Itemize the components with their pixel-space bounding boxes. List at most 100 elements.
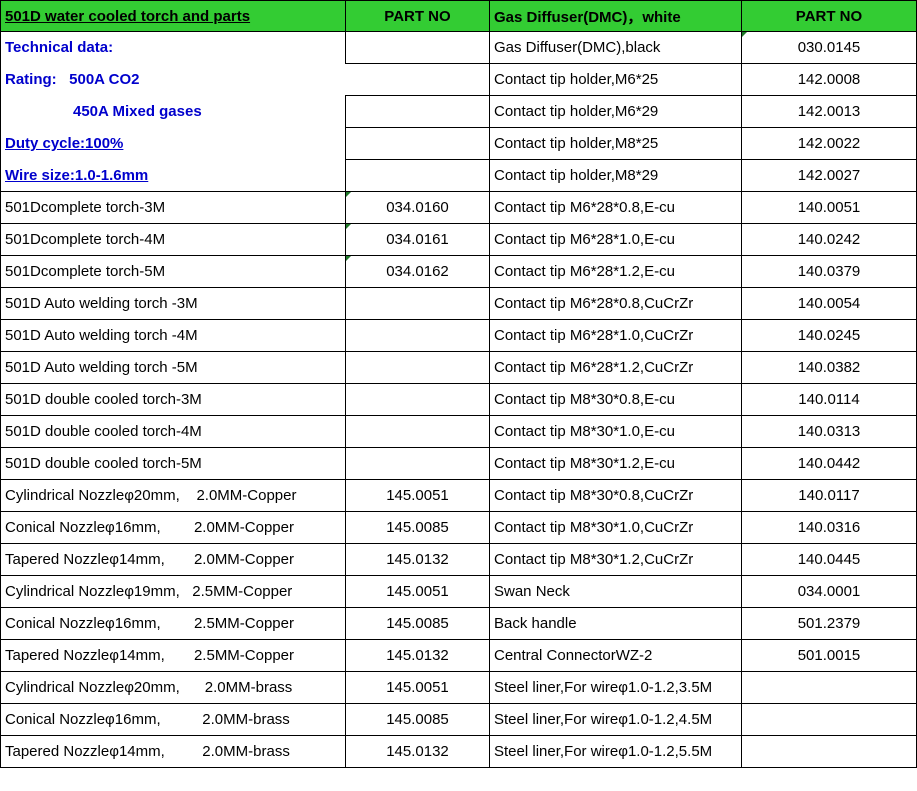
right-item-name: Contact tip holder,M6*25 (489, 63, 742, 96)
left-item-part: 145.0132 (345, 735, 490, 768)
right-item-part: 501.2379 (741, 607, 917, 640)
right-item-part (741, 703, 917, 736)
table-row: 501D Auto welding torch -4M Contact tip M… (0, 319, 917, 352)
right-item-name: Swan Neck (489, 575, 742, 608)
table-row: 501D Auto welding torch -5M Contact tip M… (0, 351, 917, 384)
left-item-name: Cylindrical Nozzleφ20mm, 2.0MM-Copper (0, 479, 346, 512)
right-item-name: Steel liner,For wireφ1.0-1.2,5.5M (489, 735, 742, 768)
table-row: Conical Nozzleφ16mm, 2.0MM-brass 145.0085… (0, 703, 917, 736)
left-item-name: Tapered Nozzleφ14mm, 2.0MM-brass (0, 735, 346, 768)
right-item-name: Contact tip holder,M8*29 (489, 159, 742, 192)
right-item-part: 140.0242 (741, 223, 917, 256)
left-item-part: 034.0160 (345, 191, 490, 224)
tech-empty-cell (345, 159, 490, 192)
left-item-part: 145.0132 (345, 639, 490, 672)
left-item-part: 145.0051 (345, 575, 490, 608)
right-item-part: 140.0245 (741, 319, 917, 352)
table-row: Rating: 500A CO2 Contact tip holder,M6*2… (0, 63, 917, 96)
right-item-name: Central ConnectorWZ-2 (489, 639, 742, 672)
tech-rating: Rating: 500A CO2 (0, 63, 346, 96)
table-row: Duty cycle:100% Contact tip holder,M8*25… (0, 127, 917, 160)
right-item-name: Steel liner,For wireφ1.0-1.2,3.5M (489, 671, 742, 704)
left-item-name: 501D double cooled torch-3M (0, 383, 346, 416)
tech-rating-mixed: 450A Mixed gases (0, 95, 346, 128)
left-item-name: 501Dcomplete torch-3M (0, 191, 346, 224)
left-item-name: Tapered Nozzleφ14mm, 2.5MM-Copper (0, 639, 346, 672)
parts-table: 501D water cooled torch and parts PART N… (0, 0, 917, 768)
right-item-name: Contact tip holder,M8*25 (489, 127, 742, 160)
left-item-part: 034.0162 (345, 255, 490, 288)
right-item-part: 140.0382 (741, 351, 917, 384)
left-item-name: Cylindrical Nozzleφ20mm, 2.0MM-brass (0, 671, 346, 704)
right-item-part: 140.0117 (741, 479, 917, 512)
table-row: 501D double cooled torch-4M Contact tip M… (0, 415, 917, 448)
right-item-name: Contact tip M6*28*1.0,CuCrZr (489, 319, 742, 352)
left-item-part: 145.0051 (345, 671, 490, 704)
right-item-name: Contact tip M8*30*1.0,CuCrZr (489, 511, 742, 544)
right-item-part: 140.0316 (741, 511, 917, 544)
header-row: 501D water cooled torch and parts PART N… (0, 0, 917, 32)
table-row: 450A Mixed gases Contact tip holder,M6*2… (0, 95, 917, 128)
left-item-name: 501D Auto welding torch -5M (0, 351, 346, 384)
right-item-part (741, 735, 917, 768)
tech-duty-cycle: Duty cycle:100% (0, 127, 346, 160)
left-item-part: 145.0085 (345, 607, 490, 640)
left-item-name: Conical Nozzleφ16mm, 2.5MM-Copper (0, 607, 346, 640)
table-row: 501Dcomplete torch-3M 034.0160 Contact tip… (0, 191, 917, 224)
table-row: Tapered Nozzleφ14mm, 2.0MM-Copper 145.013… (0, 543, 917, 576)
left-item-name: Tapered Nozzleφ14mm, 2.0MM-Copper (0, 543, 346, 576)
right-item-name: Contact tip M8*30*0.8,CuCrZr (489, 479, 742, 512)
right-item-part: 140.0114 (741, 383, 917, 416)
right-item-part: 142.0008 (741, 63, 917, 96)
left-item-part (345, 319, 490, 352)
right-item-part: 034.0001 (741, 575, 917, 608)
right-item-part: 142.0022 (741, 127, 917, 160)
right-item-part: 030.0145 (741, 31, 917, 64)
tech-empty-cell (345, 127, 490, 160)
left-item-name: 501D double cooled torch-5M (0, 447, 346, 480)
right-item-name: Contact tip M8*30*1.2,E-cu (489, 447, 742, 480)
table-row: Tapered Nozzleφ14mm, 2.0MM-brass 145.0132… (0, 735, 917, 768)
right-item-part: 501.0015 (741, 639, 917, 672)
left-item-part (345, 415, 490, 448)
right-item-name: Contact tip M6*28*1.2,E-cu (489, 255, 742, 288)
left-item-part (345, 447, 490, 480)
right-item-name: Contact tip holder,M6*29 (489, 95, 742, 128)
right-item-part (741, 671, 917, 704)
header-torch-title: 501D water cooled torch and parts (0, 0, 346, 32)
left-item-name: 501Dcomplete torch-4M (0, 223, 346, 256)
table-row: Wire size:1.0-1.6mm Contact tip holder,M… (0, 159, 917, 192)
table-row: Cylindrical Nozzleφ19mm, 2.5MM-Copper 145… (0, 575, 917, 608)
header-part-no-right: PART NO (741, 0, 917, 32)
tech-wire-size: Wire size:1.0-1.6mm (0, 159, 346, 192)
left-item-name: Cylindrical Nozzleφ19mm, 2.5MM-Copper (0, 575, 346, 608)
left-item-name: Conical Nozzleφ16mm, 2.0MM-Copper (0, 511, 346, 544)
left-item-name: 501D Auto welding torch -3M (0, 287, 346, 320)
header-part-no-left: PART NO (345, 0, 490, 32)
left-item-part: 145.0051 (345, 479, 490, 512)
right-item-name: Contact tip M8*30*1.0,E-cu (489, 415, 742, 448)
table-row: 501D double cooled torch-5M Contact tip M… (0, 447, 917, 480)
right-item-part: 140.0379 (741, 255, 917, 288)
table-row: Conical Nozzleφ16mm, 2.5MM-Copper 145.008… (0, 607, 917, 640)
parts-table-body: 501D water cooled torch and parts PART N… (0, 0, 917, 768)
table-row: Conical Nozzleφ16mm, 2.0MM-Copper 145.008… (0, 511, 917, 544)
left-item-part: 145.0085 (345, 511, 490, 544)
table-row: 501Dcomplete torch-5M 034.0162 Contact tip… (0, 255, 917, 288)
table-row: 501Dcomplete torch-4M 034.0161 Contact tip… (0, 223, 917, 256)
right-item-part: 142.0027 (741, 159, 917, 192)
header-gas-diffuser-white: Gas Diffuser(DMC)，white (489, 0, 742, 32)
left-item-part: 145.0132 (345, 543, 490, 576)
table-row: 501D Auto welding torch -3M Contact tip M… (0, 287, 917, 320)
left-item-part (345, 383, 490, 416)
table-row: Cylindrical Nozzleφ20mm, 2.0MM-brass 145.… (0, 671, 917, 704)
right-item-name: Gas Diffuser(DMC),black (489, 31, 742, 64)
tech-empty-cell (345, 31, 490, 64)
right-item-part: 142.0013 (741, 95, 917, 128)
right-item-part: 140.0442 (741, 447, 917, 480)
right-item-part: 140.0445 (741, 543, 917, 576)
table-row: Cylindrical Nozzleφ20mm, 2.0MM-Copper 145… (0, 479, 917, 512)
right-item-name: Contact tip M6*28*0.8,CuCrZr (489, 287, 742, 320)
left-item-name: 501D Auto welding torch -4M (0, 319, 346, 352)
tech-data-title: Technical data: (0, 31, 346, 64)
